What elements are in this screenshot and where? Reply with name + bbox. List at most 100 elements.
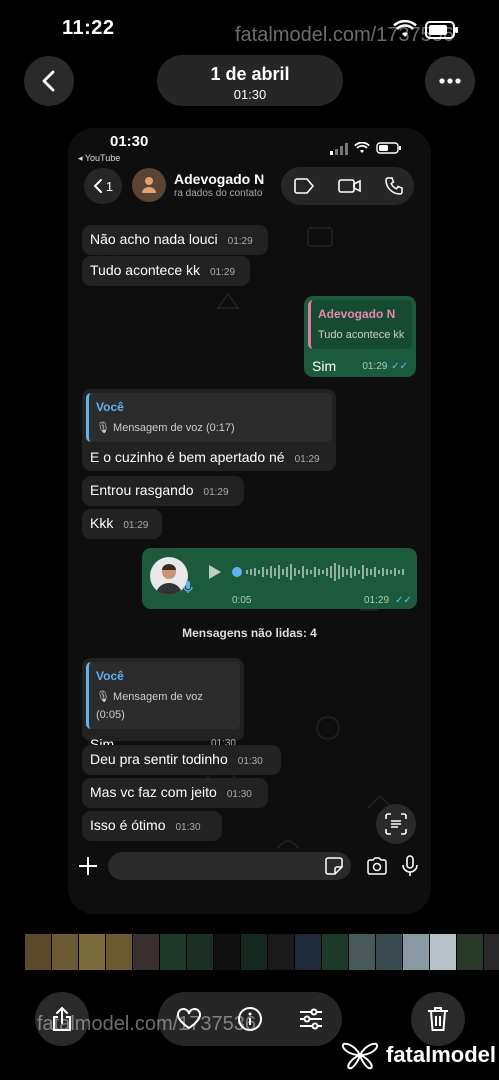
thumbnail[interactable] — [403, 934, 429, 970]
contact-avatar[interactable] — [132, 168, 166, 202]
sticker-icon[interactable] — [325, 857, 343, 880]
contact-name[interactable]: Adevogado N — [174, 171, 264, 187]
message-time: 01:30 — [226, 789, 252, 800]
chat-back-button[interactable]: 1 — [84, 168, 122, 204]
thumbnail[interactable] — [241, 934, 267, 970]
person-icon — [142, 177, 156, 193]
phone-signal-icon — [330, 142, 348, 160]
message-time: 01:29 — [364, 595, 390, 606]
message-incoming[interactable]: Mas vc faz com jeito 01:30 — [82, 778, 268, 808]
microphone-icon: 🎙 — [96, 691, 110, 703]
brand-name: fatalmodel — [386, 1042, 497, 1067]
message-incoming[interactable]: Isso é ótimo 01:30 — [82, 811, 222, 841]
date-time-label: 01:30 — [233, 87, 267, 102]
adjust-icon[interactable] — [298, 1007, 324, 1031]
thumbnail[interactable] — [376, 934, 402, 970]
watermark-bottom: fatalmodel.com/1737536 — [37, 1013, 257, 1035]
message-text: Isso é ótimo — [90, 817, 166, 833]
microphone-icon[interactable] — [402, 855, 418, 882]
watermark-top: fatalmodel.com/1737536 — [235, 24, 455, 46]
message-incoming[interactable]: Deu pra sentir todinho 01:30 — [82, 745, 281, 775]
thumbnail[interactable] — [484, 934, 499, 970]
message-incoming-reply[interactable]: Você 🎙 Mensagem de voz (0:17) E o cuzinh… — [82, 389, 336, 471]
thumbnail[interactable] — [133, 934, 159, 970]
read-ticks-icon: ✓✓ — [391, 361, 408, 372]
microphone-icon: 🎙 — [96, 422, 110, 434]
unread-divider: Mensagens não lidas: 4 — [182, 626, 317, 640]
trash-icon — [428, 1007, 448, 1031]
back-to-app-label: ◂ YouTube — [78, 153, 121, 163]
quoted-author: Você — [96, 400, 124, 414]
message-time: 01:30 — [175, 822, 201, 833]
message-text: Sim — [312, 357, 337, 374]
date-label: 1 de abril — [210, 64, 290, 84]
message-incoming[interactable]: Entrou rasgando 01:29 — [82, 476, 244, 506]
quoted-message[interactable]: Adevogado N Tudo acontece kk — [308, 300, 412, 349]
message-incoming[interactable]: Kkk 01:29 — [82, 509, 162, 539]
microphone-icon — [183, 580, 193, 598]
message-text: Tudo acontece kk — [90, 262, 200, 278]
wifi-icon — [393, 19, 417, 43]
voice-message-outgoing[interactable]: 0:05 01:29 ✓✓ — [142, 548, 417, 609]
message-text: Mas vc faz com jeito — [90, 784, 217, 800]
thumbnail[interactable] — [349, 934, 375, 970]
thumbnail[interactable] — [214, 934, 240, 970]
thumbnail[interactable] — [457, 934, 483, 970]
thumbnail[interactable] — [160, 934, 186, 970]
quoted-message[interactable]: Você 🎙 Mensagem de voz (0:17) — [86, 393, 332, 442]
more-icon — [439, 78, 461, 84]
message-incoming[interactable]: Tudo acontece kk 01:29 — [82, 256, 250, 286]
quoted-author: Adevogado N — [318, 307, 396, 321]
quoted-message[interactable]: Você 🎙 Mensagem de voz (0:05) — [86, 662, 240, 729]
quoted-text: Mensagem de voz (0:05) — [96, 691, 203, 721]
message-outgoing-reply[interactable]: Adevogado N Tudo acontece kk Sim 01:29 ✓… — [304, 296, 416, 377]
message-input[interactable] — [108, 852, 351, 880]
message-time: 01:29 — [203, 487, 229, 498]
more-options-button[interactable] — [425, 56, 475, 106]
unread-count: 1 — [105, 178, 114, 194]
chevron-left-icon — [42, 70, 55, 92]
thumbnail[interactable] — [295, 934, 321, 970]
butterfly-icon — [341, 1042, 379, 1070]
waveform[interactable] — [232, 560, 410, 584]
thumbnail-strip[interactable] — [25, 934, 499, 970]
thumbnail[interactable] — [268, 934, 294, 970]
message-time: 01:30 — [237, 756, 263, 767]
scan-button[interactable] — [376, 804, 416, 844]
thumbnail[interactable] — [430, 934, 456, 970]
message-time: 01:29 — [210, 267, 236, 278]
message-time: 01:29 — [362, 361, 388, 372]
message-incoming[interactable]: Não acho nada louci 01:29 — [82, 225, 268, 255]
phone-battery-icon — [376, 141, 402, 159]
message-time: 01:29 — [123, 520, 149, 531]
message-text: Não acho nada louci — [90, 231, 218, 247]
play-icon[interactable] — [208, 564, 222, 584]
message-text: Entrou rasgando — [90, 482, 194, 498]
message-time: 01:29 — [227, 236, 253, 247]
quoted-text: Mensagem de voz (0:17) — [113, 422, 235, 434]
brand-logo: fatalmodel — [340, 1040, 496, 1070]
thumbnail[interactable] — [52, 934, 78, 970]
message-text: Kkk — [90, 515, 114, 531]
thumbnail[interactable] — [25, 934, 51, 970]
back-button[interactable] — [24, 56, 74, 106]
delete-button[interactable] — [411, 992, 465, 1046]
video-call-icon[interactable] — [337, 178, 362, 194]
phone-call-icon[interactable] — [384, 177, 403, 195]
tag-icon[interactable] — [293, 178, 315, 194]
phone-wifi-icon — [354, 141, 370, 159]
thumbnail[interactable] — [79, 934, 105, 970]
message-incoming-reply[interactable]: Você 🎙 Mensagem de voz (0:05) Sim 01:30 — [82, 658, 244, 752]
phone-status-time: 01:30 — [110, 133, 149, 150]
thumbnail[interactable] — [187, 934, 213, 970]
message-text: Deu pra sentir todinho — [90, 751, 228, 767]
date-pill: 1 de abril 01:30 — [157, 55, 343, 106]
thumbnail[interactable] — [106, 934, 132, 970]
thumbnail[interactable] — [322, 934, 348, 970]
battery-icon — [425, 21, 459, 44]
attach-plus-icon[interactable] — [78, 856, 98, 881]
status-time: 11:22 — [62, 17, 115, 39]
camera-icon[interactable] — [366, 857, 388, 880]
contact-subtitle: ra dados do contato — [174, 188, 263, 199]
read-ticks-icon: ✓✓ — [395, 595, 412, 606]
